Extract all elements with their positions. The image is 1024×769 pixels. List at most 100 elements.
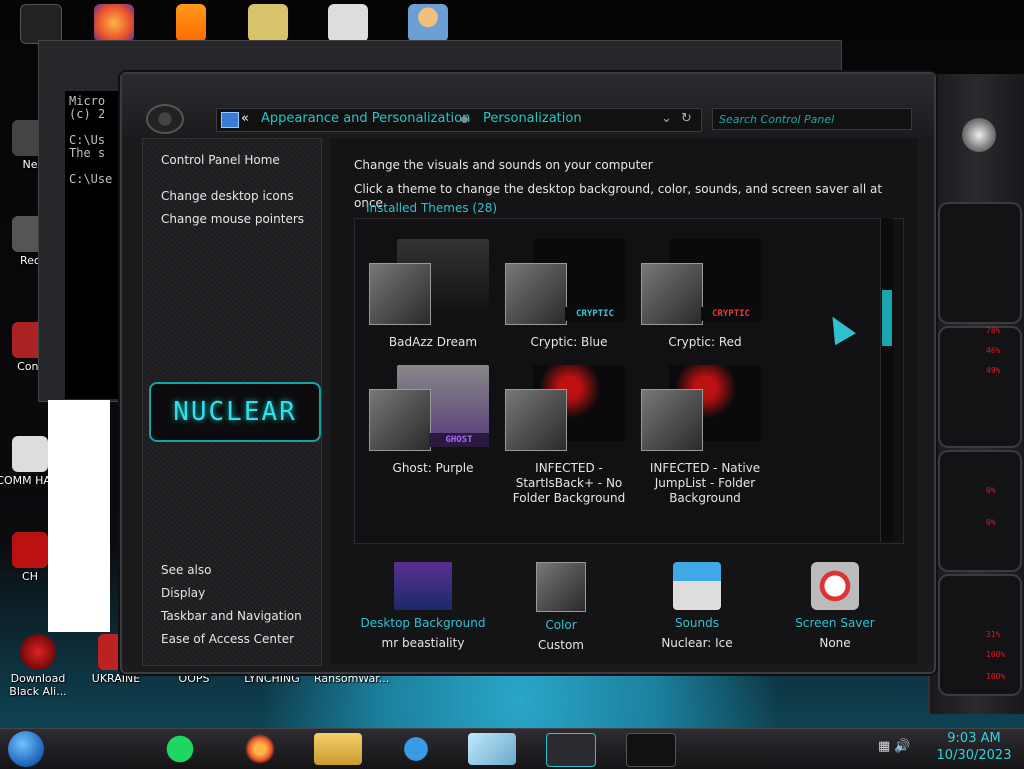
console-taskbar-button[interactable] [626, 733, 676, 767]
theme-color-swatch [641, 263, 703, 325]
spotify-icon[interactable] [156, 733, 204, 765]
clock-date: 10/30/2023 [936, 748, 1012, 763]
file-explorer-icon[interactable] [314, 733, 362, 765]
gadget-readout: 31% [986, 630, 1001, 639]
screen-saver-value: None [819, 636, 851, 650]
theme-tag: GHOST [429, 433, 489, 447]
control-panel-taskbar-button[interactable] [546, 733, 596, 767]
gadget-panel [938, 574, 1022, 696]
app-taskbar-icon[interactable] [468, 733, 516, 765]
vlc-icon[interactable] [176, 4, 206, 42]
screen-saver-button[interactable]: Screen Saver None [770, 562, 900, 650]
nuclear-logo: NUCLEAR [149, 382, 321, 442]
hxd-icon[interactable] [248, 4, 288, 42]
maze-app-icon[interactable] [328, 4, 368, 42]
clock-time: 9:03 AM [947, 731, 1001, 746]
screen-saver-icon [811, 562, 859, 610]
firefox-icon[interactable] [94, 4, 134, 42]
taskbar-clock[interactable]: 9:03 AM 10/30/2023 [928, 730, 1020, 764]
gallery-scrollbar[interactable] [880, 218, 893, 542]
nav-orb-icon[interactable] [146, 104, 184, 134]
gadget-readout: 100% [986, 672, 1006, 681]
theme-color-swatch [641, 389, 703, 451]
sounds-value: Nuclear: Ice [661, 636, 733, 650]
internet-explorer-icon[interactable] [392, 733, 440, 765]
breadcrumb-separator-icon [461, 116, 468, 123]
ease-of-access-link[interactable]: Ease of Access Center [161, 632, 294, 646]
gadget-panel [938, 202, 1022, 324]
color-title: Color [545, 618, 577, 632]
change-desktop-icons-link[interactable]: Change desktop icons [161, 189, 294, 203]
personalization-window: « Appearance and Personalization Persona… [120, 72, 936, 674]
desktop-icon-label: Download Black Ali... [9, 672, 67, 698]
desktop-icon-label: CH [22, 570, 38, 583]
dropdown-chevron-icon[interactable]: ⌄ [661, 111, 672, 126]
desktop-background-title: Desktop Background [360, 616, 486, 630]
theme-color-swatch [369, 389, 431, 451]
control-panel-home-link[interactable]: Control Panel Home [161, 153, 280, 167]
theme-name: BadAzz Dream [388, 335, 478, 349]
theme-color-swatch [369, 263, 431, 325]
user-avatar-icon[interactable] [408, 4, 448, 42]
scrollbar-thumb[interactable] [882, 290, 892, 346]
gadget-readout: 78% [986, 326, 1001, 335]
sounds-button[interactable]: Sounds Nuclear: Ice [632, 562, 762, 650]
firefox-taskbar-icon[interactable] [236, 733, 284, 765]
mouse-cursor-icon [822, 310, 856, 346]
personalization-content: Change the visuals and sounds on your co… [330, 138, 918, 664]
color-value: Custom [538, 638, 584, 652]
desktop-icon[interactable]: Download Black Ali... [2, 634, 74, 698]
desktop-icon-label: Ne [22, 158, 38, 171]
theme-name: Cryptic: Red [668, 335, 742, 349]
theme-tag: CRYPTIC [701, 307, 761, 321]
display-link[interactable]: Display [161, 586, 205, 600]
gadget-panel [938, 326, 1022, 448]
alienware-icon [962, 118, 996, 152]
theme-color-swatch [505, 263, 567, 325]
gadget-readout: 0% [986, 486, 996, 495]
color-swatch-icon [536, 562, 586, 612]
color-button[interactable]: Color Custom [496, 562, 626, 652]
alien-icon [20, 634, 56, 670]
gadget-readout: 100% [986, 650, 1006, 659]
screen-saver-title: Screen Saver [795, 616, 875, 630]
app-icon[interactable] [20, 4, 62, 44]
start-button[interactable] [8, 731, 44, 767]
breadcrumb-appearance[interactable]: Appearance and Personalization [261, 111, 470, 126]
desktop-icon-glyph [12, 436, 48, 472]
refresh-icon[interactable]: ↻ [681, 111, 692, 126]
desktop-icon-label: Rec [20, 254, 40, 267]
sounds-title: Sounds [674, 616, 720, 630]
task-pane: Control Panel Home Change desktop icons … [142, 138, 322, 666]
theme-name: Ghost: Purple [392, 461, 474, 475]
gadget-readout: 49% [986, 366, 1001, 375]
gadget-readout: 0% [986, 518, 996, 527]
console-scroll-area [48, 400, 110, 632]
gadget-readout: 46% [986, 346, 1001, 355]
taskbar: ▦ 🔊 9:03 AM 10/30/2023 [0, 728, 1024, 769]
gadget-panel [938, 450, 1022, 572]
theme-name: Cryptic: Blue [530, 335, 608, 349]
sounds-icon [673, 562, 721, 610]
desktop-icon-glyph [12, 532, 48, 568]
search-input[interactable]: Search Control Panel [712, 108, 912, 130]
theme-name: INFECTED - Native JumpList - Folder Back… [649, 461, 761, 505]
desktop-background-button[interactable]: Desktop Background mr beastiality [358, 562, 488, 650]
theme-name: INFECTED - StartIsBack+ - No Folder Back… [512, 461, 626, 505]
network-volume-tray-icons[interactable]: ▦ 🔊 [878, 739, 911, 754]
taskbar-navigation-link[interactable]: Taskbar and Navigation [161, 609, 302, 623]
desktop-background-thumbnail [394, 562, 452, 610]
address-bar[interactable]: « Appearance and Personalization Persona… [216, 108, 702, 132]
see-also-heading: See also [161, 563, 212, 577]
installed-themes-label: Installed Themes (28) [366, 201, 498, 215]
theme-tag: CRYPTIC [565, 307, 625, 321]
window-header: « Appearance and Personalization Persona… [122, 74, 934, 136]
theme-gallery: BadAzz Dream CRYPTIC Cryptic: Blue CRYPT… [354, 218, 904, 544]
breadcrumb-chevron[interactable]: « [241, 111, 249, 126]
page-title: Change the visuals and sounds on your co… [354, 158, 653, 172]
breadcrumb-personalization[interactable]: Personalization [483, 111, 582, 126]
desktop-background-value: mr beastiality [381, 636, 465, 650]
change-mouse-pointers-link[interactable]: Change mouse pointers [161, 212, 304, 226]
control-panel-icon [221, 112, 239, 128]
system-monitor-gadget: 78% 46% 49% 0% 0% 31% 100% 100% [928, 74, 1024, 714]
